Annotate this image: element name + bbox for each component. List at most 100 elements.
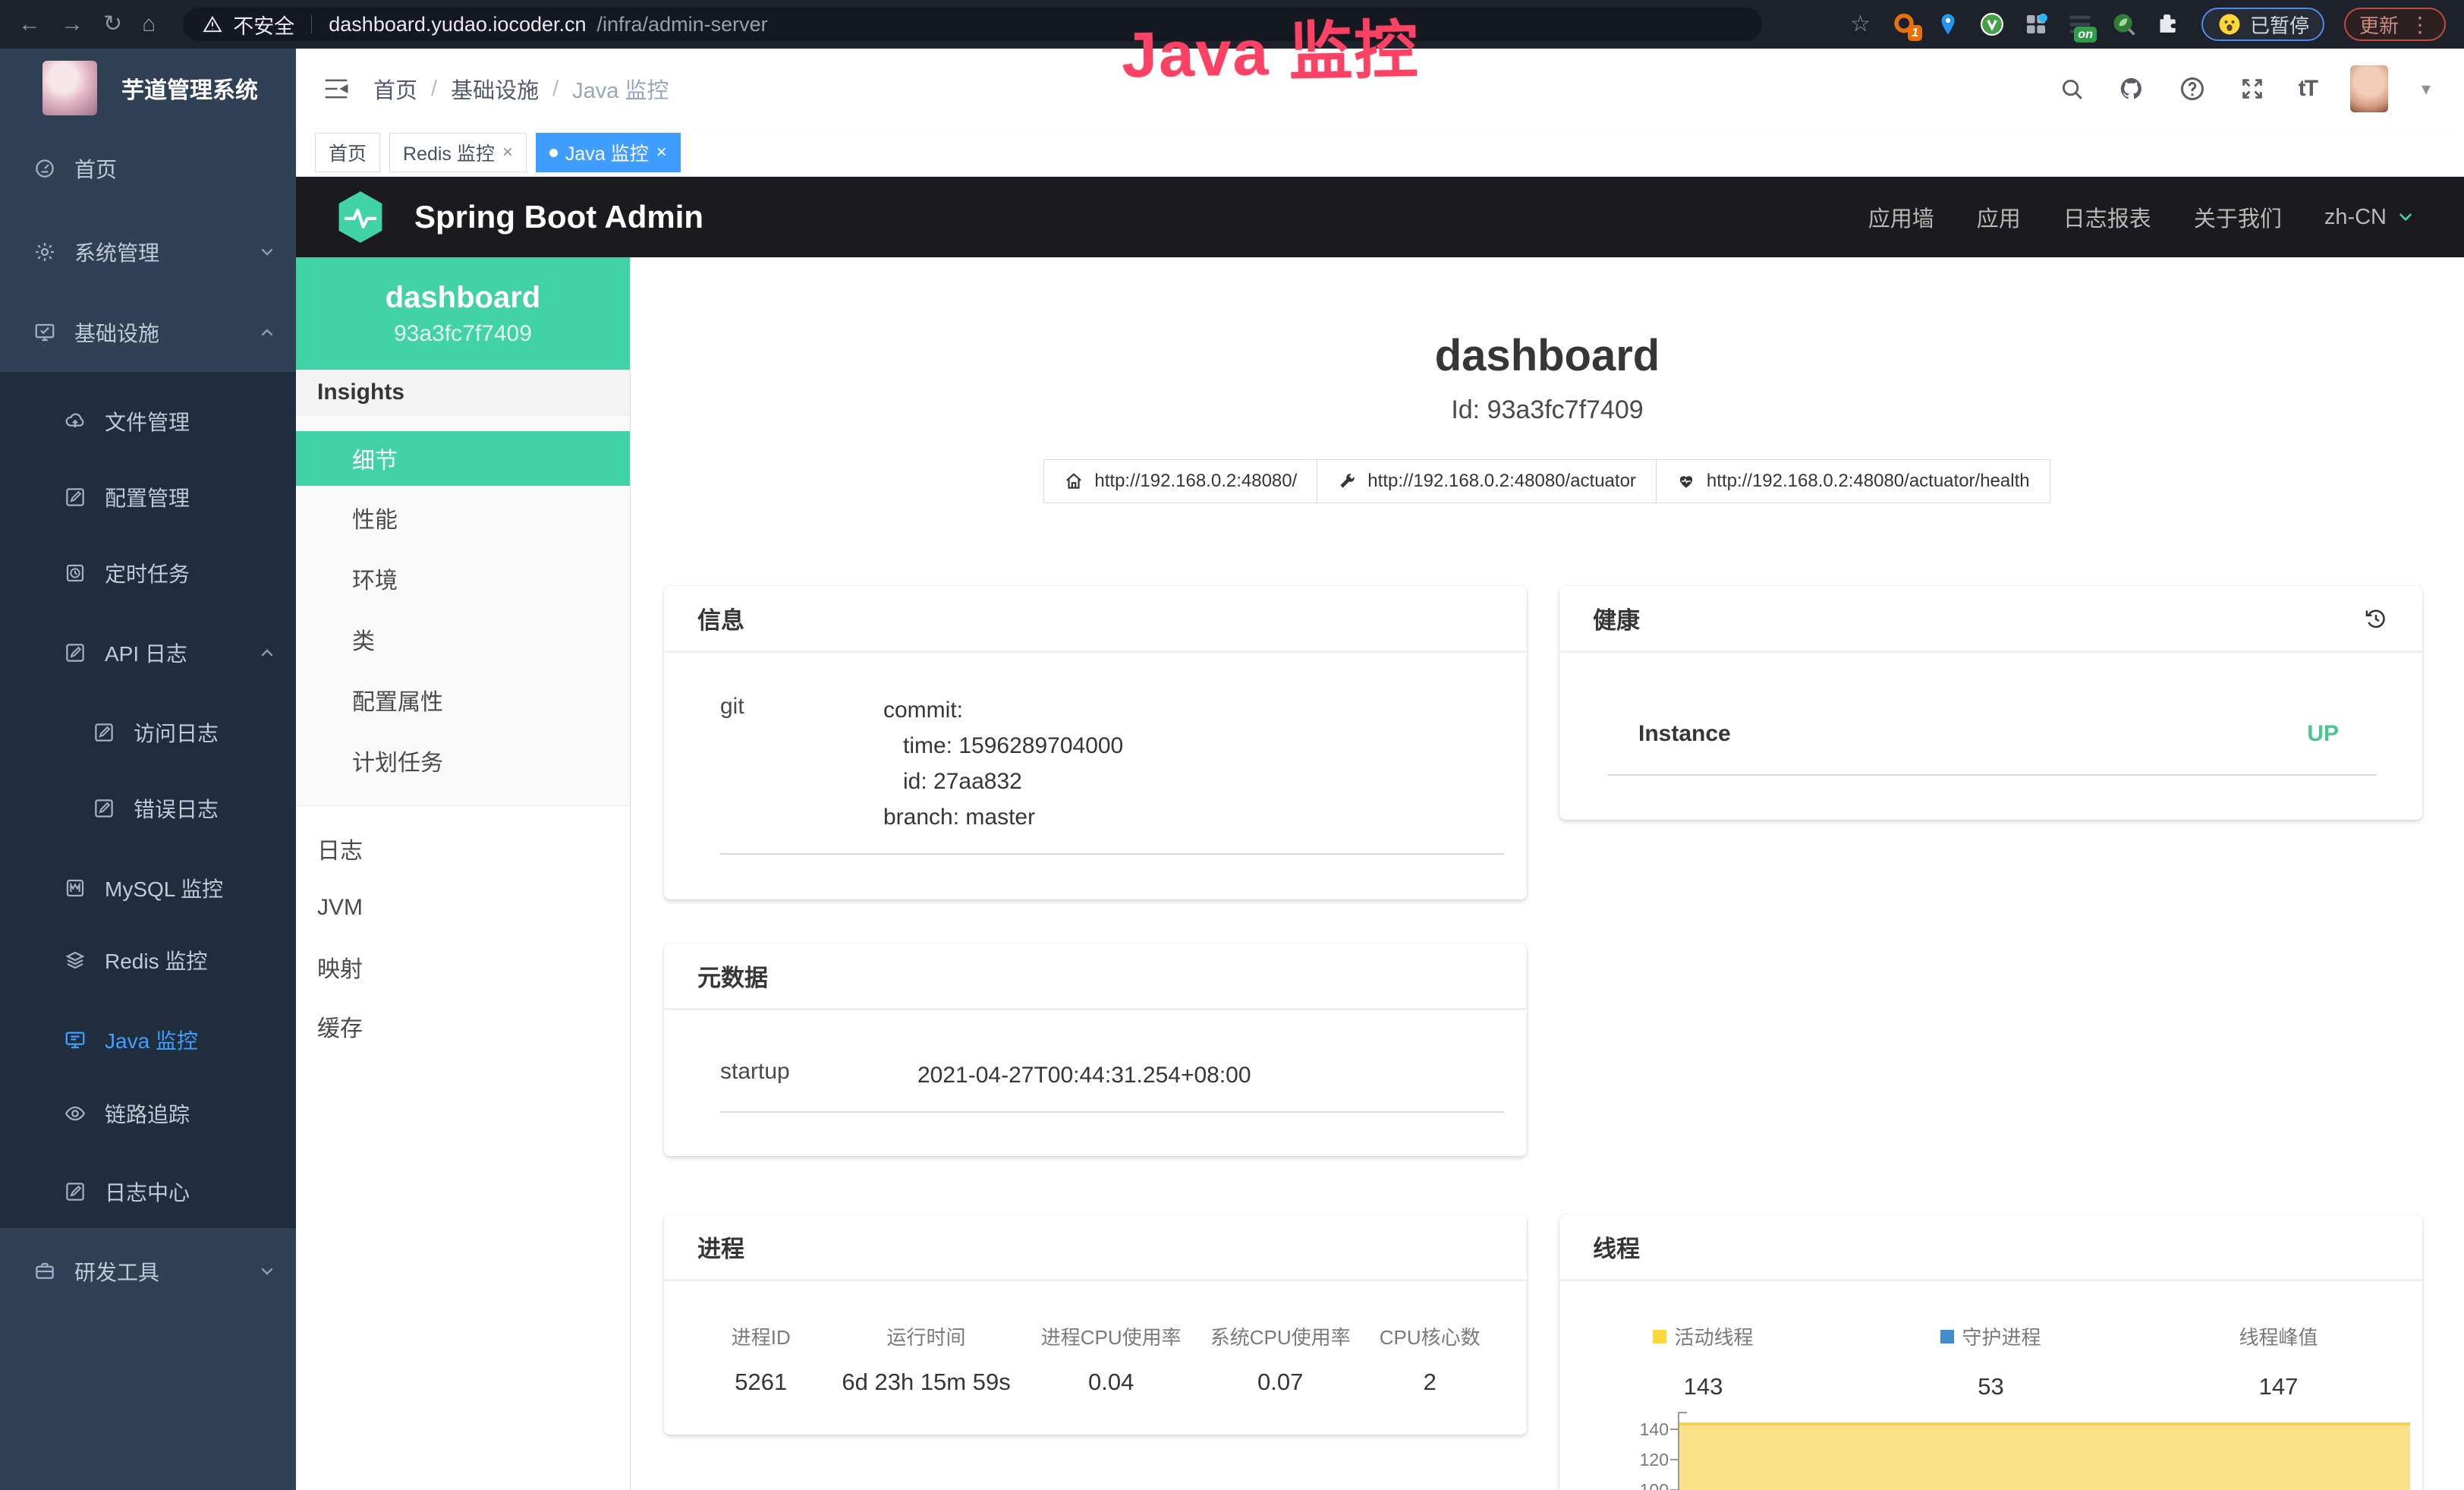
sidebar-item-dev-tools[interactable]: 研发工具	[0, 1241, 296, 1302]
instance-item-mappings[interactable]: 映射	[296, 940, 630, 994]
menu-label: 性能	[352, 501, 398, 534]
menu-label: 计划任务	[352, 744, 443, 777]
sba-nav-journal[interactable]: 日志报表	[2063, 201, 2151, 233]
tab-redis-monitor[interactable]: Redis 监控 ×	[389, 133, 527, 172]
extension-orange-ring-icon[interactable]: 1	[1890, 11, 1918, 38]
url-path: /infra/admin-server	[597, 13, 768, 36]
history-icon[interactable]	[2363, 606, 2389, 632]
close-icon[interactable]: ×	[656, 142, 667, 163]
bookmark-star-icon[interactable]: ☆	[1850, 13, 1871, 36]
insights-item-metrics[interactable]: 性能	[296, 490, 630, 545]
insights-item-details[interactable]: 细节	[296, 431, 630, 486]
mysql-icon	[64, 877, 87, 899]
health-url-button[interactable]: http://192.168.0.2:48080/actuator/health	[1656, 459, 2050, 503]
insights-item-config-props[interactable]: 配置属性	[296, 673, 630, 727]
metadata-value: 2021-04-27T00:44:31.254+08:00	[917, 1057, 1251, 1093]
breadcrumb-infrastructure[interactable]: 基础设施	[451, 73, 539, 105]
menu-label: 日志	[317, 832, 363, 865]
sidebar-item-config-management[interactable]: 配置管理	[0, 467, 296, 528]
sidebar-item-api-logs[interactable]: API 日志	[0, 622, 296, 683]
extension-pin-icon[interactable]	[1934, 11, 1962, 38]
instance-item-caches[interactable]: 缓存	[296, 999, 630, 1054]
sba-language-select[interactable]: zh-CN	[2324, 205, 2415, 230]
instance-item-logs[interactable]: 日志	[296, 821, 630, 876]
sidebar-item-mysql-monitor[interactable]: MySQL 监控	[0, 858, 296, 918]
browser-menu-icon[interactable]: ⋮	[2409, 12, 2431, 37]
edit-icon	[64, 486, 87, 509]
sba-brand[interactable]: Spring Boot Admin	[335, 189, 703, 245]
instance-header[interactable]: dashboard 93a3fc7f7409	[296, 257, 630, 370]
insights-item-environment[interactable]: 环境	[296, 551, 630, 606]
instance-name: dashboard	[385, 281, 540, 315]
info-panel-header: 信息	[664, 586, 1527, 653]
sidebar-item-system-management[interactable]: 系统管理	[0, 222, 296, 282]
profile-paused-chip[interactable]: 已暂停	[2201, 8, 2324, 41]
sidebar-item-java-monitor[interactable]: Java 监控	[0, 1010, 296, 1070]
process-panel: 进程 进程ID 运行时间 进程CPU使用率 系统CPU使用率 CPU核心数 52…	[664, 1214, 1527, 1435]
sba-nav-applications[interactable]: 应用	[1977, 201, 2021, 233]
tab-home[interactable]: 首页	[315, 133, 380, 172]
sidebar-item-scheduled-tasks[interactable]: 定时任务	[0, 543, 296, 603]
git-id-line: id: 27aa832	[883, 764, 1123, 799]
menu-label: 映射	[317, 950, 363, 984]
extension-list-icon[interactable]: on	[2066, 11, 2094, 38]
app-title: 芋道管理系统	[121, 71, 258, 105]
paused-label: 已暂停	[2250, 11, 2309, 39]
insights-group: 细节 性能 环境 类 配置属性 计划任务	[296, 415, 630, 806]
fullscreen-icon[interactable]	[2239, 76, 2265, 102]
github-icon[interactable]	[2118, 75, 2145, 102]
heartbeat-icon	[1676, 471, 1696, 491]
git-time-line: time: 1596289704000	[883, 728, 1123, 764]
insights-item-classes[interactable]: 类	[296, 612, 630, 666]
breadcrumb-home[interactable]: 首页	[373, 73, 417, 105]
table-row[interactable]: Instance UP	[1608, 721, 2377, 776]
close-icon[interactable]: ×	[502, 142, 513, 163]
browser-home-button[interactable]: ⌂	[142, 13, 156, 36]
threads-panel-header: 线程	[1559, 1214, 2422, 1281]
stat-value: 53	[1847, 1373, 2135, 1400]
sidebar-item-error-logs[interactable]: 错误日志	[0, 778, 296, 839]
update-label: 更新	[2359, 11, 2399, 39]
browser-reload-button[interactable]: ↻	[103, 13, 122, 36]
uptime-value: 6d 23h 15m 59s	[820, 1369, 1033, 1396]
stat-value: 143	[1559, 1373, 1847, 1400]
chrome-update-button[interactable]: 更新 ⋮	[2344, 8, 2446, 41]
hamburger-icon[interactable]	[322, 74, 351, 103]
sidebar-item-redis-monitor[interactable]: Redis 监控	[0, 930, 296, 991]
breadcrumb-separator: /	[552, 77, 559, 102]
help-icon[interactable]	[2179, 75, 2206, 102]
avatar-caret-icon[interactable]: ▾	[2422, 78, 2431, 100]
sidebar-item-label: 配置管理	[105, 482, 190, 512]
app-logo[interactable]: 芋道管理系统	[42, 61, 258, 115]
monitor-icon	[33, 321, 56, 344]
sidebar-item-home[interactable]: 首页	[0, 138, 296, 199]
breadcrumb: 首页 / 基础设施 / Java 监控	[373, 73, 669, 105]
sba-nav-wallboard[interactable]: 应用墙	[1868, 201, 1934, 233]
extension-grid-icon[interactable]	[2022, 11, 2050, 38]
sba-language-value: zh-CN	[2324, 205, 2387, 230]
browser-forward-button[interactable]: →	[61, 13, 83, 36]
sidebar-item-infrastructure[interactable]: 基础设施	[0, 302, 296, 363]
search-icon[interactable]	[2059, 76, 2085, 102]
service-url-button[interactable]: http://192.168.0.2:48080/	[1043, 459, 1317, 503]
sidebar-item-label: 访问日志	[134, 717, 219, 748]
extension-puzzle-icon[interactable]	[2154, 11, 2182, 38]
insights-item-scheduled-tasks[interactable]: 计划任务	[296, 733, 630, 788]
actuator-url-button[interactable]: http://192.168.0.2:48080/actuator	[1317, 459, 1657, 503]
browser-address-bar[interactable]: 不安全 dashboard.yudao.iocoder.cn/infra/adm…	[183, 8, 1762, 41]
text-size-icon[interactable]: tT	[2299, 76, 2317, 102]
sidebar-item-access-logs[interactable]: 访问日志	[0, 702, 296, 763]
sidebar-item-trace[interactable]: 链路追踪	[0, 1083, 296, 1144]
info-key: git	[720, 692, 883, 835]
user-avatar[interactable]	[2350, 65, 2388, 112]
chevron-up-icon	[258, 323, 276, 342]
extension-v-circle-icon[interactable]	[1978, 11, 2006, 38]
browser-back-button[interactable]: ←	[18, 13, 41, 36]
sba-nav-about[interactable]: 关于我们	[2194, 201, 2282, 233]
sidebar-item-log-center[interactable]: 日志中心	[0, 1161, 296, 1222]
extension-leaf-search-icon[interactable]	[2110, 11, 2138, 38]
instance-item-jvm[interactable]: JVM	[296, 880, 630, 935]
sidebar-item-file-management[interactable]: 文件管理	[0, 391, 296, 452]
tab-java-monitor[interactable]: Java 监控 ×	[536, 133, 681, 172]
menu-label: JVM	[317, 895, 363, 921]
